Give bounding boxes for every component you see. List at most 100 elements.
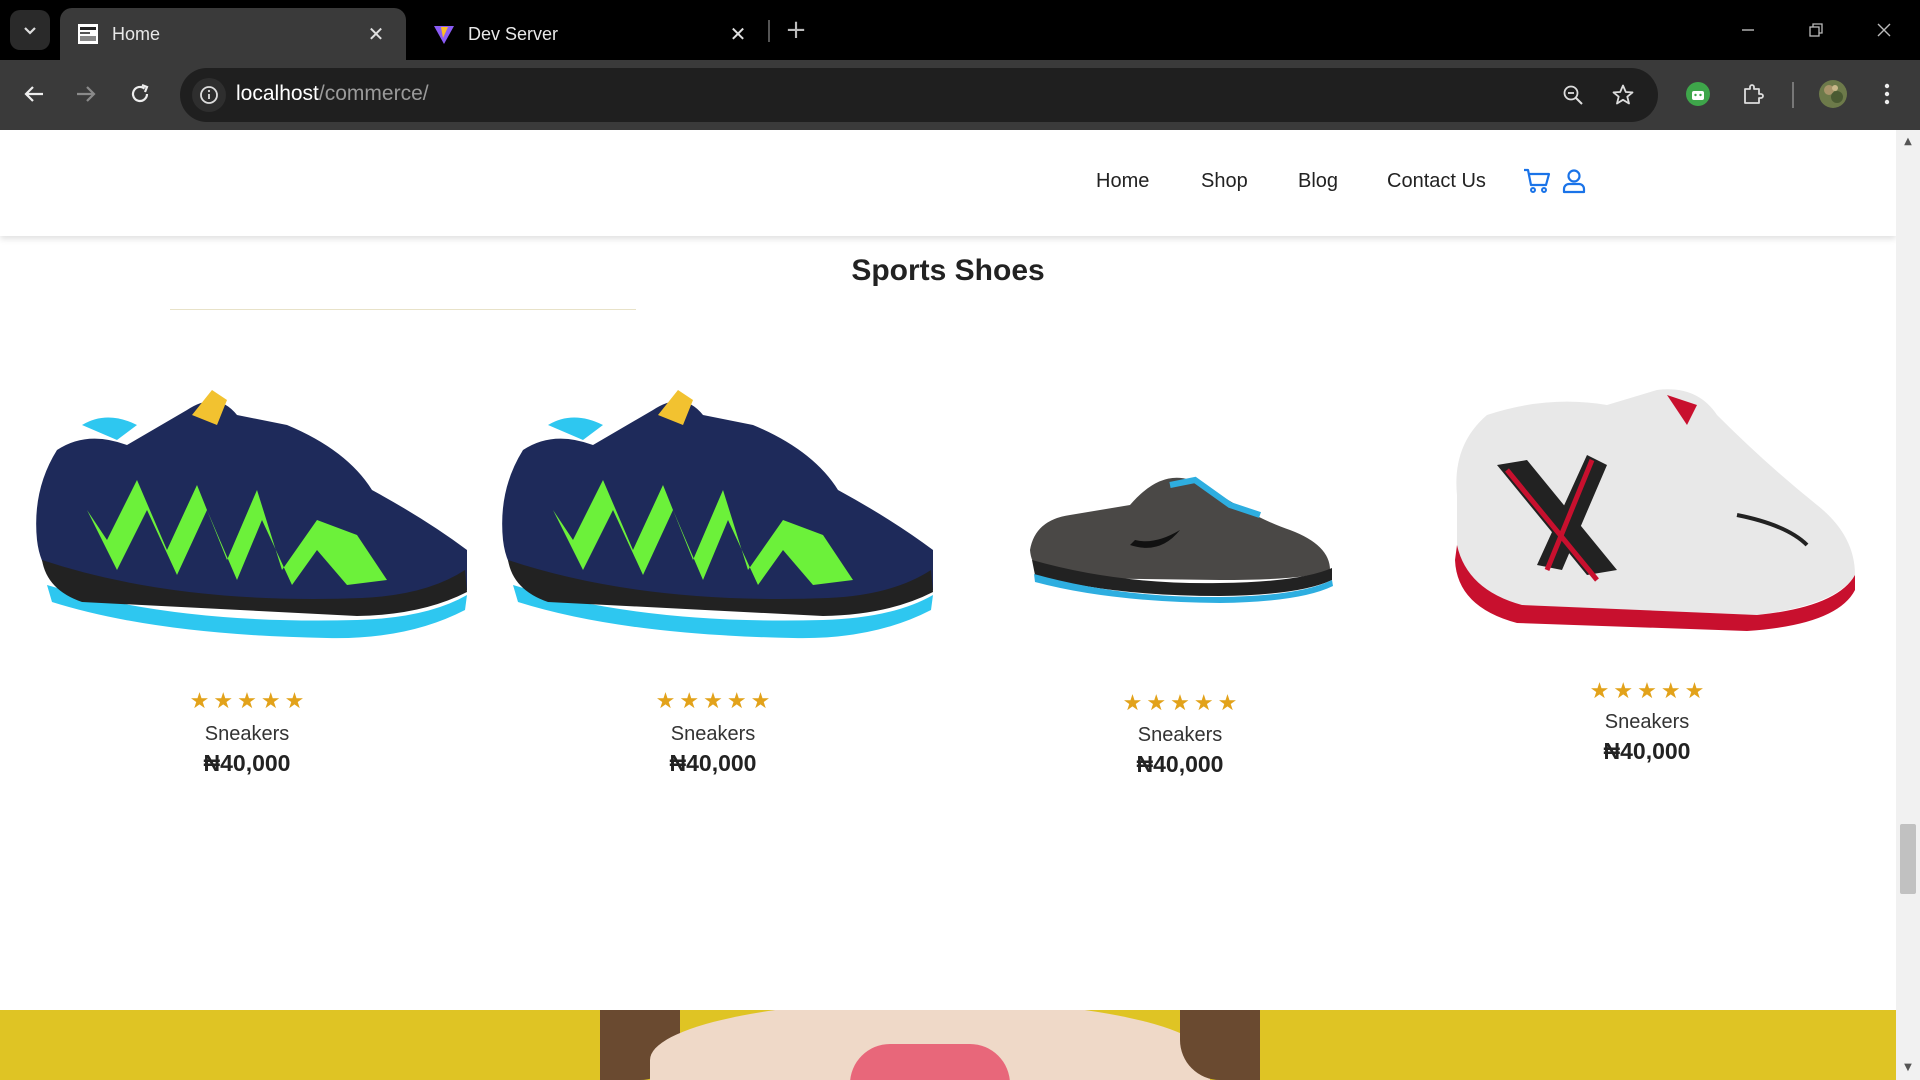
close-icon [1877,23,1891,37]
toolbar-divider [1792,82,1794,108]
star-outline-icon [1612,84,1634,105]
product-name[interactable]: Sneakers [27,723,467,746]
address-bar[interactable]: localhost/commerce/ [180,68,1658,122]
vite-icon [432,22,456,46]
nav-shop[interactable]: Shop [1201,170,1248,193]
site-header: Home Shop Blog Contact Us [0,130,1896,236]
product-price: ₦40,000 [203,750,291,776]
product-price: ₦40,000 [669,750,757,776]
minimize-icon [1742,29,1754,31]
star-icon: ★ [284,688,305,713]
banner-image [1180,1010,1260,1080]
nav-blog[interactable]: Blog [1298,170,1338,193]
android-extension-icon [1686,82,1710,106]
url-host: localhost [236,82,319,105]
extensions-button[interactable] [1734,75,1772,113]
zoom-button[interactable] [1558,80,1588,110]
scroll-up-icon[interactable]: ▲ [1902,136,1914,148]
cart-button[interactable] [1522,166,1552,196]
nav-contact-us[interactable]: Contact Us [1387,170,1486,193]
avatar [1819,80,1847,108]
grey-running-shoe-image[interactable] [960,430,1400,630]
star-icon: ★ [703,688,723,713]
star-icon: ★ [726,688,747,713]
rating-stars: ★ ★ ★ ★ ★ [493,690,933,712]
star-icon: ★ [750,688,771,713]
web-page: Home Shop Blog Contact Us Sports Shoes ★ [0,130,1896,1080]
zoom-out-icon [1563,85,1583,105]
star-icon: ★ [1217,690,1238,715]
product-price: ₦40,000 [1603,738,1691,764]
star-icon: ★ [213,688,234,713]
extension-android-button[interactable] [1679,75,1717,113]
account-button[interactable] [1559,166,1589,196]
chevron-down-icon [24,27,36,35]
site-info-button[interactable] [192,78,226,112]
star-icon: ★ [1637,678,1657,703]
reload-button[interactable] [120,74,160,114]
browser-menu-button[interactable] [1868,75,1906,113]
cart-icon [1524,168,1551,193]
restore-icon [1809,23,1823,37]
star-icon: ★ [1122,690,1143,715]
star-icon: ★ [189,688,210,713]
star-icon: ★ [1589,678,1610,703]
tab-title: Home [112,23,161,44]
tab-divider [768,20,770,42]
bookmark-button[interactable] [1608,80,1638,110]
section-title: Sports Shoes [851,254,1045,287]
back-button[interactable] [14,74,54,114]
star-icon: ★ [1684,678,1705,703]
puzzle-icon [1744,84,1764,104]
star-icon: ★ [1193,690,1214,715]
url-path: /commerce/ [318,82,429,105]
site-favicon-icon [76,22,100,46]
scrollbar-thumb[interactable] [1900,824,1916,894]
new-tab-button[interactable]: + [780,14,812,46]
restore-button[interactable] [1792,10,1840,50]
window-close-button[interactable] [1860,10,1908,50]
arrow-right-icon [77,86,96,102]
rating-stars: ★ ★ ★ ★ ★ [27,690,467,712]
close-tab-icon[interactable]: ✕ [724,20,752,48]
star-icon: ★ [237,688,257,713]
reload-icon [131,83,149,103]
tab-title: Dev Server [468,23,559,44]
profile-button[interactable] [1814,75,1852,113]
tab-search-button[interactable] [10,10,50,50]
user-icon [1562,169,1586,194]
green-blue-trail-shoe-image[interactable] [493,370,933,660]
product-price: ₦40,000 [1136,751,1224,777]
forward-button[interactable] [66,74,106,114]
star-icon: ★ [1613,678,1634,703]
url-text: localhost/commerce/ [236,82,429,106]
promo-banner[interactable] [0,1010,1896,1080]
star-icon: ★ [1170,690,1190,715]
info-icon [200,86,218,104]
tab-home[interactable]: Home ✕ [60,8,406,60]
star-icon: ★ [260,688,281,713]
green-blue-trail-shoe-image[interactable] [27,370,467,660]
banner-image [850,1044,1010,1080]
tab-dev-server[interactable]: Dev Server ✕ [416,8,768,60]
nav-home[interactable]: Home [1096,170,1149,193]
white-red-running-shoe-image[interactable] [1427,370,1867,640]
close-tab-icon[interactable]: ✕ [362,20,390,48]
section-divider [170,309,636,310]
product-name[interactable]: Sneakers [960,724,1400,747]
star-icon: ★ [1660,678,1681,703]
star-icon: ★ [679,688,700,713]
star-icon: ★ [1146,690,1167,715]
more-vertical-icon [1884,83,1890,105]
browser-toolbar: localhost/commerce/ [0,60,1920,130]
product-name[interactable]: Sneakers [493,723,933,746]
product-name[interactable]: Sneakers [1427,711,1867,734]
rating-stars: ★ ★ ★ ★ ★ [960,692,1400,714]
arrow-left-icon [24,86,43,102]
star-icon: ★ [655,688,676,713]
minimize-button[interactable] [1724,10,1772,50]
page-scrollbar[interactable]: ▲ ▼ [1896,130,1920,1080]
rating-stars: ★ ★ ★ ★ ★ [1427,680,1867,702]
tab-strip: Home ✕ Dev Server ✕ + [0,0,1920,60]
scroll-down-icon[interactable]: ▼ [1902,1062,1914,1074]
